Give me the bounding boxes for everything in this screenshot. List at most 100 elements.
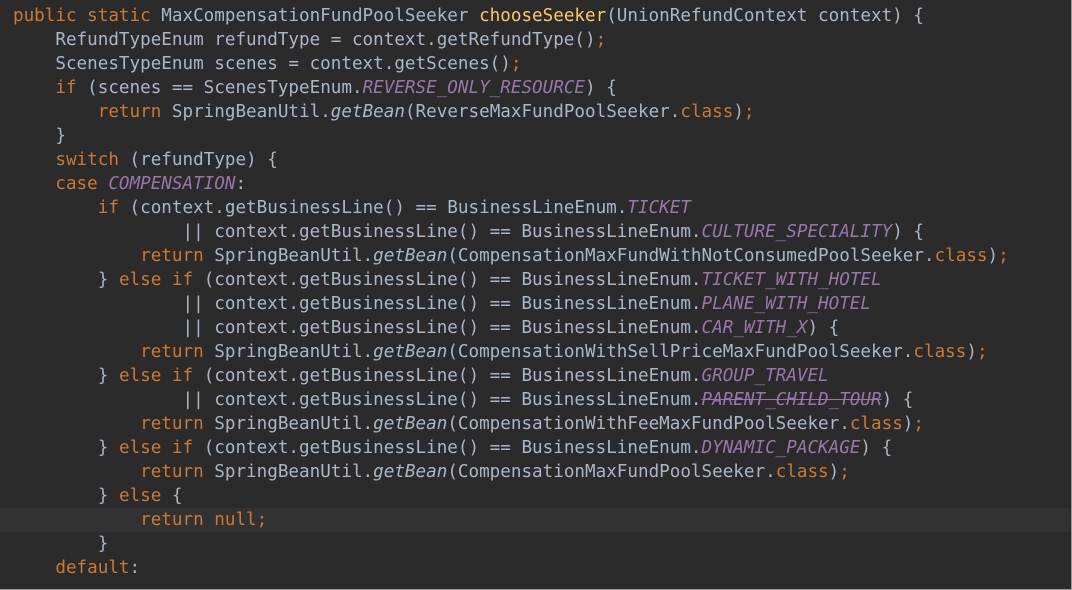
code-line[interactable]: return SpringBeanUtil.getBean(ReverseMax… [13, 100, 1071, 124]
code-line[interactable]: || context.getBusinessLine() == Business… [13, 388, 1071, 412]
code-token: class [775, 462, 829, 482]
code-line[interactable]: if (scenes == ScenesTypeEnum.REVERSE_ONL… [13, 76, 1071, 100]
code-line[interactable]: return SpringBeanUtil.getBean(Compensati… [13, 244, 1071, 268]
code-token: COMPENSATION [108, 174, 236, 194]
code-token: getBean [373, 414, 448, 434]
code-token: ; [743, 102, 755, 122]
code-line[interactable]: ScenesTypeEnum scenes = context.getScene… [13, 52, 1071, 76]
code-token: ) [902, 414, 914, 434]
code-editor[interactable]: public static MaxCompensationFundPoolSee… [0, 0, 1072, 590]
code-token: if [97, 198, 130, 218]
code-line[interactable]: return SpringBeanUtil.getBean(Compensati… [13, 412, 1071, 436]
code-line[interactable]: if (context.getBusinessLine() == Busines… [13, 196, 1071, 220]
code-token: || context.getBusinessLine() == Business… [13, 318, 702, 338]
code-token: return [140, 246, 215, 266]
code-token: } [13, 486, 119, 506]
code-token: ) [966, 342, 977, 362]
code-line[interactable]: return SpringBeanUtil.getBean(Compensati… [13, 340, 1071, 364]
code-token: getBean [373, 342, 448, 362]
code-token: ; [839, 462, 850, 482]
code-token: class [913, 342, 967, 362]
code-token: } [13, 366, 119, 386]
code-token: return [97, 102, 172, 122]
code-line[interactable]: } else if (context.getBusinessLine() == … [13, 268, 1071, 292]
code-token: (scenes == ScenesTypeEnum. [87, 78, 363, 98]
code-token: } [13, 126, 66, 146]
code-token: chooseSeeker [479, 6, 607, 26]
code-line[interactable]: } else { [13, 484, 1071, 508]
code-token: return null; [140, 510, 268, 530]
code-line[interactable]: return null; [0, 508, 1071, 532]
code-line[interactable]: RefundTypeEnum refundType = context.getR… [13, 28, 1071, 52]
code-token: else if [118, 270, 204, 290]
code-line[interactable]: default: [13, 556, 1071, 580]
code-token: SpringBeanUtil. [171, 102, 331, 122]
code-line[interactable]: || context.getBusinessLine() == Business… [13, 316, 1071, 340]
code-token: switch [55, 150, 130, 170]
code-line[interactable]: } [13, 532, 1071, 556]
code-token: class [680, 102, 734, 122]
code-line[interactable]: switch (refundType) { [13, 148, 1071, 172]
code-line[interactable]: } [13, 124, 1071, 148]
code-token: return [140, 462, 215, 482]
code-token: : [129, 558, 141, 578]
code-token: CAR_WITH_X [701, 318, 808, 338]
code-token: ; [976, 342, 988, 362]
code-area[interactable]: public static MaxCompensationFundPoolSee… [0, 4, 1071, 589]
code-token: CULTURE_SPECIALITY [701, 222, 893, 242]
code-token: (context.getBusinessLine() == BusinessLi… [203, 366, 702, 386]
code-token: ; [595, 30, 607, 50]
code-token: getBean [373, 462, 448, 482]
code-line[interactable]: || context.getBusinessLine() == Business… [13, 220, 1071, 244]
code-token: (ReverseMaxFundPoolSeeker. [404, 102, 681, 122]
code-token: getBean [373, 246, 448, 266]
code-token: TICKET [627, 198, 691, 218]
code-token: else if [118, 366, 204, 386]
code-token: getBean [330, 102, 405, 122]
code-token: } [13, 270, 119, 290]
code-token: if [55, 78, 88, 98]
code-token: ; [510, 54, 522, 74]
code-token: TICKET_WITH_HOTEL [701, 270, 882, 290]
code-token: public static [13, 6, 162, 26]
code-line[interactable]: public static MaxCompensationFundPoolSee… [13, 4, 1071, 28]
code-token: (CompensationWithSellPriceMaxFundPoolSee… [447, 342, 914, 362]
code-token: PARENT_CHILD_TOUR [701, 390, 882, 410]
code-token: GROUP_TRAVEL [701, 366, 829, 386]
code-token: || context.getBusinessLine() == Business… [13, 390, 702, 410]
code-token: return [140, 342, 215, 362]
code-line[interactable]: } else if (context.getBusinessLine() == … [13, 436, 1071, 460]
code-token: default [55, 558, 130, 578]
code-token: } [13, 534, 109, 554]
code-token: DYNAMIC_PACKAGE [701, 438, 861, 458]
code-token: ) { [807, 318, 840, 338]
code-token: ) { [892, 222, 924, 242]
code-token: RefundTypeEnum refundType = context.getR… [13, 30, 596, 50]
code-token: (refundType) { [129, 150, 278, 170]
code-line[interactable]: return null; [13, 580, 1071, 589]
code-token: } [13, 438, 119, 458]
code-token: PLANE_WITH_HOTEL [701, 294, 871, 314]
code-token: ) [828, 462, 840, 482]
code-line[interactable]: || context.getBusinessLine() == Business… [13, 292, 1071, 316]
code-token: ; [998, 246, 1009, 266]
code-token: case [55, 174, 109, 194]
code-token: else if [118, 438, 204, 458]
code-token: (CompensationWithFeeMaxFundPoolSeeker. [447, 414, 850, 434]
code-line[interactable]: } else if (context.getBusinessLine() == … [13, 364, 1071, 388]
code-token: ) [733, 102, 744, 122]
code-token: : [235, 174, 247, 194]
code-line[interactable]: return SpringBeanUtil.getBean(Compensati… [13, 460, 1071, 484]
code-token: return [140, 414, 215, 434]
code-token: { [171, 486, 183, 506]
code-token: MaxCompensationFundPoolSeeker [161, 6, 480, 26]
code-line[interactable]: case COMPENSATION: [13, 172, 1071, 196]
code-token: REVERSE_ONLY_RESOURCE [362, 78, 586, 98]
